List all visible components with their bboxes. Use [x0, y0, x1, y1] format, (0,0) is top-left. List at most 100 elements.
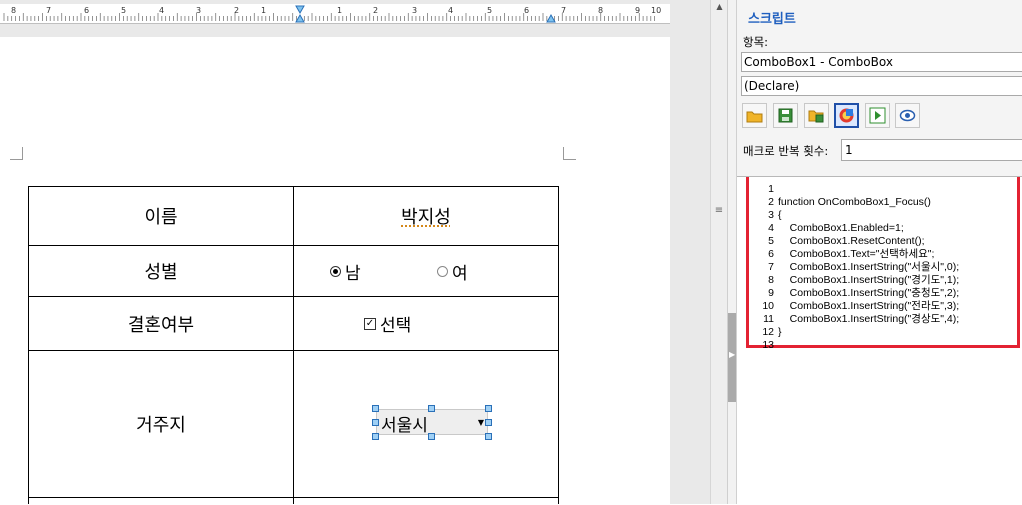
scroll-up-icon[interactable]: ▲ — [711, 2, 728, 16]
table-row: 결혼여부 ✓ 선택 — [29, 297, 559, 351]
procedure-select[interactable]: (Declare) — [741, 76, 1022, 96]
code-line: 9 ComboBox1.InsertString("충청도",2); — [746, 287, 959, 300]
script-window-icon — [838, 107, 855, 124]
resize-handle[interactable] — [428, 405, 435, 412]
code-line: 5 ComboBox1.ResetContent(); — [746, 235, 959, 248]
residence-label: 거주지 — [29, 351, 294, 498]
marital-checkbox[interactable]: ✓ 선택 — [364, 311, 411, 336]
dropdown-arrow-icon[interactable]: ▼ — [478, 418, 484, 427]
code-text: { — [778, 209, 782, 221]
resize-handle[interactable] — [485, 419, 492, 426]
radio-female[interactable]: 여 — [437, 259, 468, 284]
resize-handle[interactable] — [485, 405, 492, 412]
radio-male-label: 남 — [345, 259, 361, 284]
code-line: 1 — [746, 183, 959, 196]
code-text: ComboBox1.InsertString("충청도",2); — [778, 287, 959, 299]
ruler-number: 6 — [84, 6, 89, 15]
line-number: 4 — [746, 222, 778, 235]
run-icon — [869, 107, 886, 124]
residence-combo-cell: 서울시 ▼ — [294, 351, 559, 498]
empty-cell — [294, 498, 559, 505]
folder-open-icon — [746, 107, 763, 124]
code-line: 2 function OnComboBox1_Focus() — [746, 196, 959, 209]
script-window-button[interactable] — [834, 103, 859, 128]
scroll-grip-icon[interactable]: ≡ — [714, 206, 724, 216]
view-button[interactable] — [895, 103, 920, 128]
code-line: 13 — [746, 339, 959, 352]
resize-handle[interactable] — [485, 433, 492, 440]
code-line: 12} — [746, 326, 959, 339]
line-number: 12 — [746, 326, 778, 339]
code-text: ComboBox1.Enabled=1; — [778, 222, 904, 234]
code-text: ComboBox1.InsertString("경상도",4); — [778, 313, 959, 325]
line-number: 13 — [746, 339, 778, 352]
panel-title: 스크립트 — [748, 8, 796, 27]
form-table: 이름 박지성 성별 남 여 결혼여부 ✓ 선택 거주지 서울시 ▼ — [28, 186, 559, 504]
ruler-number: 5 — [487, 6, 492, 15]
code-text: ComboBox1.InsertString("서울시",0); — [778, 261, 959, 273]
ruler-number: 9 — [635, 6, 640, 15]
code-line: 3{ — [746, 209, 959, 222]
save-icon — [777, 107, 794, 124]
save-button[interactable] — [773, 103, 798, 128]
open-button[interactable] — [742, 103, 767, 128]
table-row: 거주지 서울시 ▼ — [29, 351, 559, 498]
document-page[interactable]: 이름 박지성 성별 남 여 결혼여부 ✓ 선택 거주지 서울시 ▼ — [0, 37, 670, 504]
line-number: 1 — [746, 183, 778, 196]
code-text: } — [778, 326, 782, 338]
expand-arrow-icon[interactable]: ▶ — [729, 350, 735, 359]
line-number: 3 — [746, 209, 778, 222]
name-value-cell[interactable]: 박지성 — [294, 187, 559, 246]
code-line: 6 ComboBox1.Text="선택하세요"; — [746, 248, 959, 261]
marital-check-cell: ✓ 선택 — [294, 297, 559, 351]
residence-combobox-selected[interactable]: 서울시 ▼ — [376, 409, 488, 435]
run-button[interactable] — [865, 103, 890, 128]
indent-marker-icon[interactable] — [296, 6, 304, 22]
residence-combobox[interactable]: 서울시 ▼ — [376, 409, 488, 435]
resize-handle[interactable] — [372, 433, 379, 440]
ruler-number: 4 — [159, 6, 164, 15]
resize-handle[interactable] — [428, 433, 435, 440]
code-text: ComboBox1.InsertString("경기도",1); — [778, 274, 959, 286]
ruler-number: 3 — [196, 6, 201, 15]
script-editor[interactable]: 1 2 function OnComboBox1_Focus() 3{4 ComboB… — [737, 176, 1022, 505]
combobox-value: 서울시 — [381, 411, 428, 436]
code-line: 11 ComboBox1.InsertString("경상도",4); — [746, 313, 959, 326]
resize-handle[interactable] — [372, 419, 379, 426]
view-icon — [899, 107, 916, 124]
save-as-button[interactable] — [804, 103, 829, 128]
name-value: 박지성 — [401, 207, 451, 228]
line-number: 7 — [746, 261, 778, 274]
ruler-number: 8 — [598, 6, 603, 15]
line-number: 6 — [746, 248, 778, 261]
script-panel: 스크립트 항목: ComboBox1 - ComboBox (Declare) — [736, 0, 1022, 504]
line-number: 2 — [746, 196, 778, 209]
gender-label: 성별 — [29, 246, 294, 297]
ruler-number: 8 — [11, 6, 16, 15]
repeat-count-input[interactable]: 1 — [841, 139, 1022, 161]
line-number: 11 — [746, 313, 778, 326]
code-line: 8 ComboBox1.InsertString("경기도",1); — [746, 274, 959, 287]
vertical-scrollbar[interactable]: ▲ ≡ — [710, 0, 728, 504]
line-number: 10 — [746, 300, 778, 313]
ruler-number: 1 — [337, 6, 342, 15]
code-line: 4 ComboBox1.Enabled=1; — [746, 222, 959, 235]
radio-unchecked-icon — [437, 266, 448, 277]
ruler-number: 5 — [121, 6, 126, 15]
horizontal-ruler[interactable]: 8 7 6 5 4 3 2 1 1 2 3 4 5 6 7 8 9 10 — [0, 4, 670, 24]
resize-handle[interactable] — [372, 405, 379, 412]
table-row — [29, 498, 559, 505]
table-row: 성별 남 여 — [29, 246, 559, 297]
code-text: ComboBox1.ResetContent(); — [778, 235, 924, 247]
right-indent-marker-icon[interactable] — [547, 15, 555, 22]
object-select[interactable]: ComboBox1 - ComboBox — [741, 52, 1022, 72]
marital-checkbox-label: 선택 — [380, 311, 411, 336]
ruler-number: 2 — [234, 6, 239, 15]
name-label: 이름 — [29, 187, 294, 246]
code-lines: 1 2 function OnComboBox1_Focus() 3{4 ComboB… — [746, 183, 959, 352]
ruler-number: 4 — [448, 6, 453, 15]
radio-male[interactable]: 남 — [330, 259, 361, 284]
table-row: 이름 박지성 — [29, 187, 559, 246]
ruler-number: 7 — [46, 6, 51, 15]
item-label: 항목: — [743, 34, 768, 50]
